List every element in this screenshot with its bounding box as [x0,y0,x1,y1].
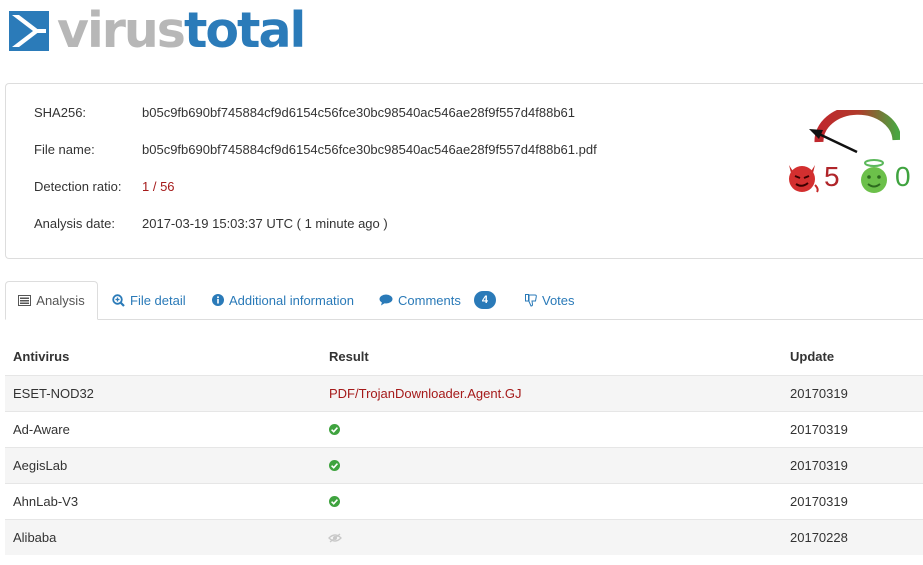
tab-file-detail[interactable]: File detail [112,281,186,319]
table-row: AhnLab-V3 20170319 [5,483,923,519]
report-tabs: Analysis File detail Additional informat… [5,281,923,320]
comments-count-badge: 4 [473,291,496,309]
antivirus-name: Alibaba [13,530,57,545]
sha256-label: SHA256: [34,105,87,120]
tab-file-detail-label: File detail [130,292,186,308]
antivirus-name: AhnLab-V3 [13,494,79,509]
angel-icon [861,159,887,193]
community-score-gauge-icon [809,110,900,154]
tab-votes-label: Votes [542,292,575,308]
unsupported-eye-icon [328,533,342,543]
clean-check-icon [329,496,340,507]
header-update[interactable]: Update [790,339,834,375]
logo-text-total: total [183,2,306,59]
update-date: 20170319 [790,422,848,437]
malicious-votes: 5 [785,160,840,194]
analysis-date-label: Analysis date: [34,216,115,231]
detection-ratio-label: Detection ratio: [34,179,122,194]
filename-label: File name: [34,142,95,157]
logo-text: virustotal [57,6,306,55]
search-plus-icon [112,293,125,307]
sha256-value: b05c9fb690bf745884cf9d6154c56fce30bc9854… [142,105,576,120]
tab-comments-label: Comments [398,292,461,308]
tab-additional-information-label: Additional information [229,292,355,308]
table-row: ESET-NOD32 PDF/TrojanDownloader.Agent.GJ… [5,375,923,411]
clean-check-icon [329,424,340,435]
tab-votes[interactable]: Votes [525,281,575,319]
info-circle-icon [212,294,224,306]
filename-value: b05c9fb690bf745884cf9d6154c56fce30bc9854… [142,142,597,157]
comment-icon [379,294,393,306]
logo-text-virus: virus [57,2,186,59]
analysis-date-value: 2017-03-19 15:03:37 UTC ( 1 minute ago ) [142,216,388,231]
detection-result: PDF/TrojanDownloader.Agent.GJ [329,386,522,401]
antivirus-name: ESET-NOD32 [13,386,94,401]
table-header: Antivirus Result Update [5,339,923,377]
antivirus-name: Ad-Aware [13,422,70,437]
tab-analysis[interactable]: Analysis [5,281,98,320]
table-row: Ad-Aware 20170319 [5,411,923,447]
table-row: AegisLab 20170319 [5,447,923,483]
list-icon [18,295,32,306]
header-antivirus[interactable]: Antivirus [13,339,69,375]
detection-ratio-value: 1 / 56 [142,179,175,194]
tab-additional-information[interactable]: Additional information [212,281,354,319]
tab-comments[interactable]: Comments 4 [379,281,496,319]
clean-check-icon [329,460,340,471]
harmless-count: 0 [895,161,911,192]
tab-analysis-label: Analysis [36,293,85,308]
antivirus-name: AegisLab [13,458,68,473]
thumbs-down-icon [525,293,537,307]
update-date: 20170319 [790,458,848,473]
update-date: 20170319 [790,386,848,401]
update-date: 20170319 [790,494,848,509]
table-row: Alibaba 20170228 [5,519,923,555]
update-date: 20170228 [790,530,848,545]
virustotal-logo[interactable]: virustotal [9,6,306,55]
malicious-count: 5 [824,161,840,192]
virustotal-logo-icon [9,11,49,51]
harmless-votes: 0 [858,159,911,194]
devil-icon [789,165,819,193]
header-result[interactable]: Result [329,339,369,375]
